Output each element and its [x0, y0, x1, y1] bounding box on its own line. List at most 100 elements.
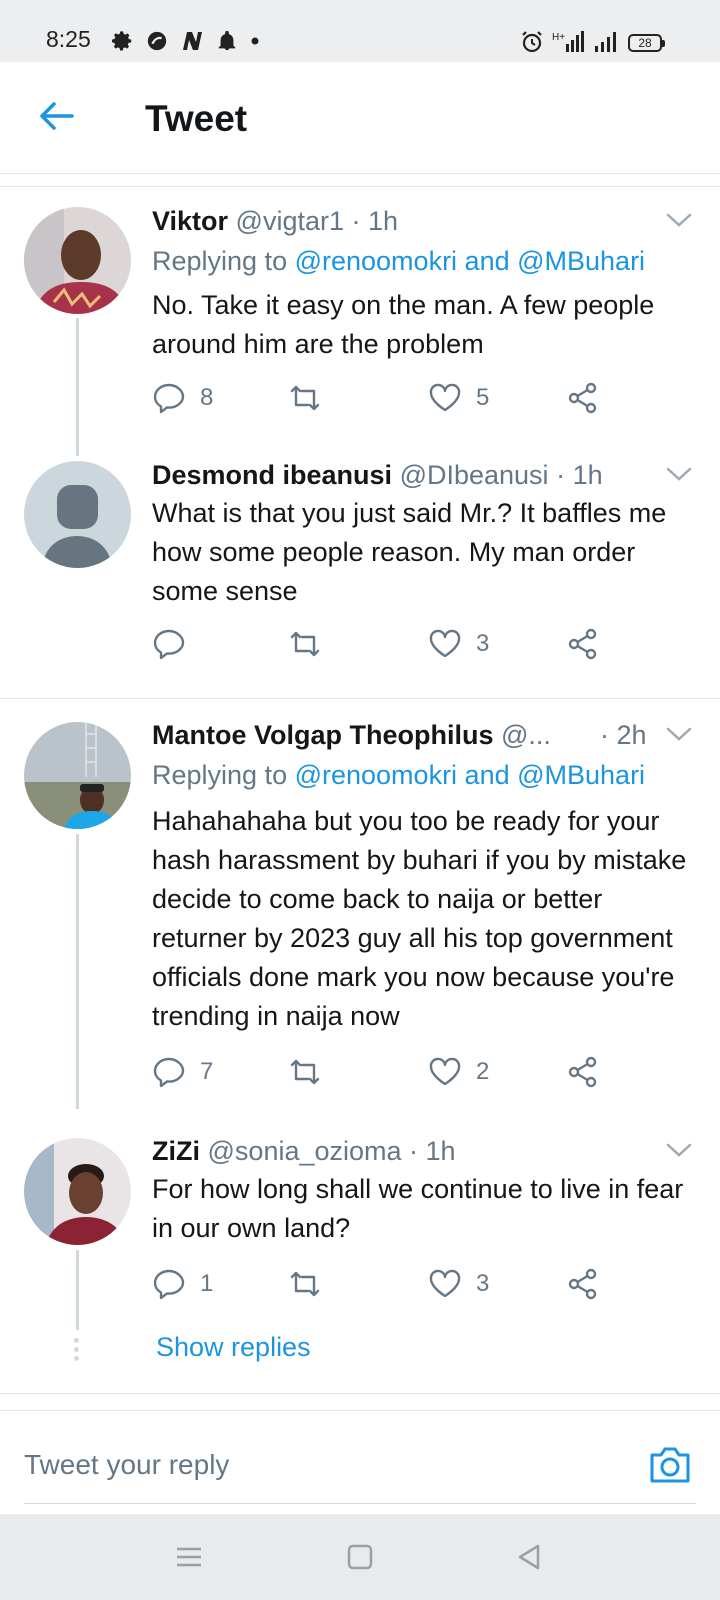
- tweet-actions: 7 2: [152, 1055, 632, 1095]
- like-count: 5: [476, 384, 490, 411]
- timestamp: · 1h: [351, 206, 399, 236]
- replying-to: Replying to @renoomokri and @MBuhari: [152, 760, 645, 791]
- share-icon: [568, 1268, 597, 1300]
- replying-to-mentions[interactable]: @renoomokri and @MBuhari: [295, 246, 645, 276]
- tweet-actions: 3: [152, 627, 632, 667]
- page-title: Tweet: [145, 98, 248, 139]
- reply-icon: [153, 1269, 185, 1300]
- avatar[interactable]: [24, 722, 131, 829]
- tweet-text: For how long shall we continue to live i…: [152, 1174, 684, 1243]
- camera-icon[interactable]: [648, 1443, 692, 1485]
- like-button[interactable]: 3: [428, 1267, 489, 1301]
- status-system-icons: H+: [520, 30, 620, 54]
- share-icon: [568, 1056, 597, 1088]
- like-count: 3: [476, 1270, 490, 1297]
- reply-button[interactable]: [152, 627, 200, 661]
- retweet-button[interactable]: [288, 627, 336, 661]
- svg-text:H+: H+: [552, 32, 565, 43]
- tweet-text: What is that you just said Mr.? It baffl…: [152, 498, 667, 606]
- status-bar: 8:25 H+ 28: [0, 0, 720, 62]
- reply-count: 7: [200, 1058, 214, 1085]
- user-handle: @DIbeanusi: [399, 460, 549, 490]
- back-icon[interactable]: [514, 1542, 544, 1572]
- share-button[interactable]: [566, 627, 600, 661]
- app-header: Tweet: [0, 62, 720, 174]
- share-icon: [568, 628, 597, 660]
- composer-underline: [24, 1503, 696, 1504]
- display-name[interactable]: Mantoe Volgap Theophilus: [152, 720, 494, 750]
- chevron-down-icon[interactable]: [666, 466, 692, 482]
- more-replies-dots: [74, 1338, 80, 1365]
- thread-line: [76, 834, 79, 1109]
- tweet-header: Desmond ibeanusi @DIbeanusi · 1h: [152, 460, 603, 491]
- reply-icon: [153, 629, 185, 660]
- timestamp: · 1h: [556, 460, 603, 490]
- retweet-button[interactable]: [288, 1055, 336, 1089]
- heart-icon: [429, 1057, 461, 1086]
- dot-icon: [251, 37, 259, 45]
- menu-icon[interactable]: [174, 1542, 204, 1572]
- tweet-text: Hahahahaha but you too be ready for your…: [152, 806, 687, 1031]
- status-time: 8:25: [46, 26, 91, 52]
- share-button[interactable]: [566, 381, 600, 415]
- reply-input[interactable]: Tweet your reply: [24, 1449, 229, 1481]
- battery-icon: 28: [628, 34, 665, 52]
- chevron-down-icon[interactable]: [666, 1142, 692, 1158]
- replying-to-prefix: Replying to: [152, 760, 295, 790]
- retweet-icon: [290, 1059, 320, 1085]
- replying-to-prefix: Replying to: [152, 246, 295, 276]
- like-button[interactable]: 2: [428, 1055, 489, 1089]
- reply-count: 1: [200, 1270, 214, 1297]
- like-button[interactable]: 5: [428, 381, 489, 415]
- timestamp: · 1h: [409, 1136, 456, 1166]
- reply-icon: [153, 1057, 185, 1088]
- user-handle: @...: [501, 720, 551, 750]
- share-button[interactable]: [566, 1267, 600, 1301]
- retweet-icon: [290, 385, 320, 411]
- share-icon: [568, 382, 597, 414]
- display-name[interactable]: Desmond ibeanusi: [152, 460, 392, 490]
- system-nav-bar: [0, 1514, 720, 1600]
- retweet-button[interactable]: [288, 1267, 336, 1301]
- n-icon: [183, 32, 202, 50]
- chevron-down-icon[interactable]: [666, 726, 692, 742]
- bell-icon: [218, 30, 236, 51]
- like-count: 2: [476, 1058, 490, 1085]
- tweet-text: No. Take it easy on the man. A few peopl…: [152, 290, 655, 359]
- tweet-header: Mantoe Volgap Theophilus @...: [152, 720, 551, 751]
- divider: [0, 186, 720, 187]
- heart-icon: [429, 383, 461, 412]
- show-replies-link[interactable]: Show replies: [156, 1332, 311, 1363]
- tweet-actions: 1 3: [152, 1267, 632, 1307]
- share-button[interactable]: [566, 1055, 600, 1089]
- replying-to: Replying to @renoomokri and @MBuhari: [152, 246, 645, 277]
- like-button[interactable]: 3: [428, 627, 489, 661]
- user-handle: @vigtar1: [235, 206, 344, 236]
- reply-button[interactable]: 8: [152, 381, 213, 415]
- user-handle: @sonia_ozioma: [207, 1136, 402, 1166]
- tweet-actions: 8 5: [152, 381, 632, 421]
- reply-button[interactable]: 7: [152, 1055, 213, 1089]
- retweet-button[interactable]: [288, 381, 336, 415]
- display-name[interactable]: Viktor: [152, 206, 228, 236]
- thread-line: [76, 1250, 79, 1330]
- home-icon[interactable]: [345, 1542, 375, 1572]
- timestamp: · 2h: [600, 720, 647, 750]
- back-arrow-icon[interactable]: [36, 96, 76, 136]
- chevron-down-icon[interactable]: [666, 212, 692, 228]
- avatar[interactable]: [24, 1138, 131, 1245]
- divider: [0, 698, 720, 699]
- display-name[interactable]: ZiZi: [152, 1136, 200, 1166]
- avatar[interactable]: [24, 207, 131, 314]
- replying-to-mentions[interactable]: @renoomokri and @MBuhari: [295, 760, 645, 790]
- app-icon: [147, 31, 167, 51]
- thread-line: [76, 318, 79, 456]
- reply-icon: [153, 383, 185, 414]
- status-notification-icons: [112, 30, 260, 52]
- reply-button[interactable]: 1: [152, 1267, 213, 1301]
- retweet-icon: [290, 1271, 320, 1297]
- avatar-default[interactable]: [24, 461, 131, 568]
- gear-icon: [112, 31, 132, 51]
- like-count: 3: [476, 630, 490, 657]
- reply-composer: Tweet your reply: [0, 1410, 720, 1514]
